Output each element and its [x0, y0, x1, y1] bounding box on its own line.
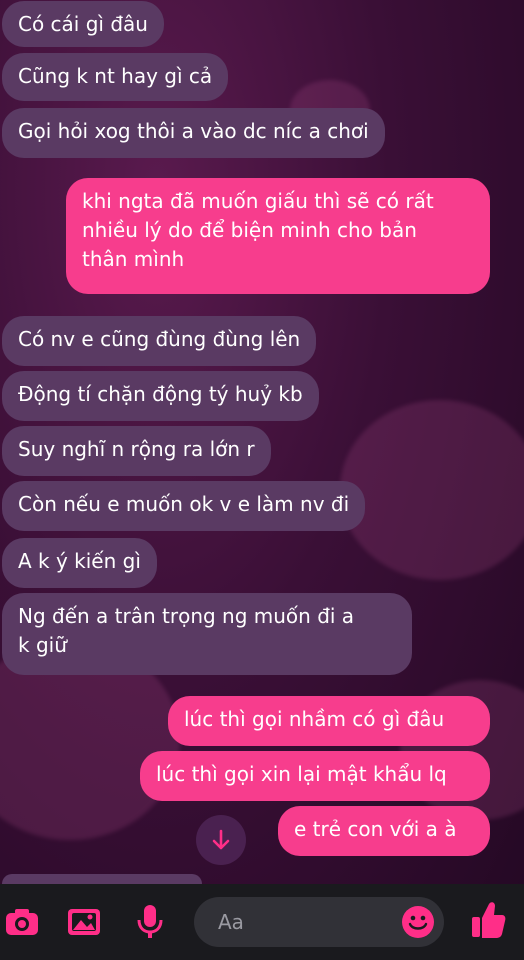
message-text: Cũng k nt hay gì cả — [18, 64, 213, 88]
message-line: thân mình — [82, 247, 185, 271]
message-text: A k ý kiến gì — [18, 549, 141, 573]
message-bubble-outgoing[interactable]: lúc thì gọi nhầm có gì đâu — [168, 696, 490, 746]
message-bubble-outgoing[interactable]: e trẻ con với a à — [278, 806, 490, 856]
message-text: lúc thì gọi nhầm có gì đâu — [184, 707, 445, 731]
message-text: Gọi hỏi xog thôi a vào dc níc a chơi — [18, 119, 369, 143]
like-button[interactable] — [470, 900, 506, 940]
message-bubble-incoming[interactable]: Còn nếu e muốn ok v e làm nv đi — [2, 481, 366, 531]
message-bubble-incoming[interactable]: Động tí chặn động tý huỷ kb — [2, 371, 319, 421]
message-text: e trẻ con với a à — [294, 817, 457, 841]
message-bubble-incoming[interactable]: Có nv e cũng đùng đùng lên — [2, 316, 317, 366]
message-line: nhiều lý do để biện minh cho bản — [82, 218, 417, 242]
message-bubble-incoming[interactable]: Có cái gì đâu — [2, 1, 164, 47]
emoji-icon — [408, 915, 428, 930]
gallery-button[interactable] — [66, 902, 102, 942]
message-bubble-outgoing[interactable]: lúc thì gọi xin lại mật khẩu lq — [140, 751, 490, 801]
message-input[interactable] — [216, 909, 390, 935]
message-thread[interactable]: Có cái gì đâu Cũng k nt hay gì cả Gọi hỏ… — [0, 0, 524, 894]
message-text: Còn nếu e muốn ok v e làm nv đi — [18, 492, 350, 516]
arrow-down-icon — [212, 829, 230, 850]
emoji-button[interactable] — [402, 906, 434, 938]
scroll-to-bottom-button[interactable] — [196, 815, 246, 865]
message-bubble-incoming[interactable]: A k ý kiến gì — [2, 538, 157, 588]
message-bubble-incoming[interactable]: Gọi hỏi xog thôi a vào dc níc a chơi — [2, 108, 385, 158]
microphone-icon — [137, 905, 163, 938]
message-bubble-incoming[interactable]: Cũng k nt hay gì cả — [2, 53, 229, 101]
camera-button[interactable] — [4, 902, 40, 942]
message-bubble-incoming[interactable]: Suy nghĩ n rộng ra lớn r — [2, 426, 271, 476]
message-text: Động tí chặn động tý huỷ kb — [18, 382, 303, 406]
message-line: Ng đến a trân trọng ng muốn đi a — [18, 604, 355, 628]
voice-record-button[interactable] — [134, 902, 166, 942]
message-text: Có nv e cũng đùng đùng lên — [18, 327, 301, 351]
message-bubble-outgoing[interactable]: khi ngta đã muốn giấu thì sẽ có rất nhiề… — [66, 178, 490, 294]
message-line: k giữ — [18, 633, 67, 657]
message-text: Suy nghĩ n rộng ra lớn r — [18, 437, 255, 461]
image-icon — [68, 909, 100, 935]
message-line: khi ngta đã muốn giấu thì sẽ có rất — [82, 189, 434, 213]
message-text: Có cái gì đâu — [18, 12, 148, 36]
thumbs-up-icon — [472, 902, 506, 938]
camera-icon — [6, 909, 38, 935]
message-text: lúc thì gọi xin lại mật khẩu lq — [156, 762, 447, 786]
message-bubble-incoming[interactable]: Ng đến a trân trọng ng muốn đi a k giữ — [2, 593, 412, 675]
